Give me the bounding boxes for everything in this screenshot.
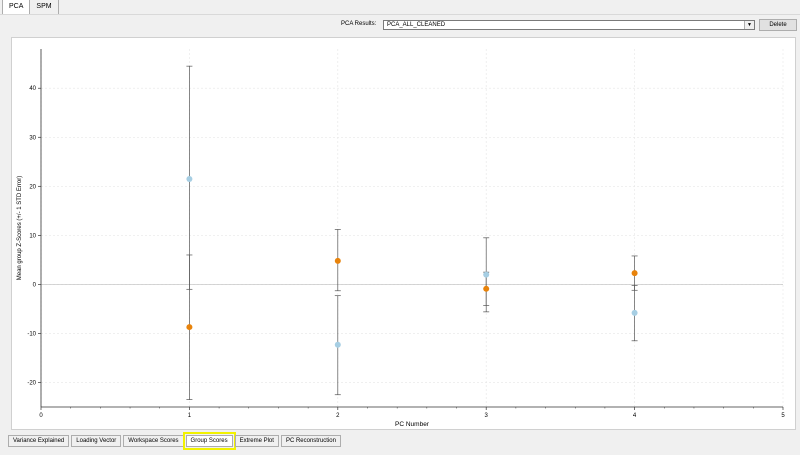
y-axis-label: Mean group Z-Scores (+/- 1 STD Error)	[17, 176, 23, 281]
pca-results-value: PCA_ALL_CLEANED	[387, 22, 446, 28]
tab-group-scores[interactable]: Group Scores	[182, 432, 236, 450]
divider	[0, 14, 800, 15]
top-tab-bar: PCA SPM	[2, 0, 59, 15]
data-point	[631, 270, 638, 277]
y-tick-label: 30	[29, 135, 36, 141]
x-tick-label: 1	[188, 413, 192, 419]
data-point	[334, 341, 341, 348]
tab-loading-vector[interactable]: Loading Vector	[71, 435, 122, 447]
data-point	[631, 309, 638, 316]
x-tick-label: 5	[781, 413, 785, 419]
tab-variance-explained[interactable]: Variance Explained	[8, 435, 70, 447]
chevron-down-icon[interactable]: ▼	[744, 21, 754, 29]
tab-extreme-plot[interactable]: Extreme Plot	[234, 435, 279, 447]
y-tick-label: -10	[27, 331, 36, 337]
y-tick-label: -20	[27, 380, 36, 386]
data-point	[186, 324, 193, 331]
pca-results-label: PCA Results:	[341, 21, 377, 27]
y-tick-label: 0	[33, 282, 37, 288]
data-point	[334, 257, 341, 264]
pca-results-select[interactable]: PCA_ALL_CLEANED ▼	[383, 20, 755, 30]
data-point	[483, 285, 490, 292]
y-tick-label: 10	[29, 233, 36, 239]
x-tick-label: 4	[633, 413, 637, 419]
data-point	[186, 175, 193, 182]
group-scores-chart: 0 1 2 3 4 5 -20 -10 0 10 20 30 40 PC Number Mean group…	[17, 49, 785, 428]
y-tick-label: 40	[29, 86, 36, 92]
x-axis-label: PC Number	[395, 421, 430, 428]
tab-pc-reconstruction[interactable]: PC Reconstruction	[280, 435, 341, 447]
data-point	[483, 271, 490, 278]
x-tick-label: 2	[336, 413, 340, 419]
y-tick-label: 20	[29, 184, 36, 190]
delete-button[interactable]: Delete	[759, 19, 797, 31]
bottom-tab-bar: Variance Explained Loading Vector Worksp…	[8, 432, 343, 450]
tab-pca[interactable]: PCA	[2, 0, 31, 15]
x-tick-label: 0	[39, 413, 43, 419]
tab-workspace-scores[interactable]: Workspace Scores	[123, 435, 184, 447]
tab-spm[interactable]: SPM	[29, 0, 59, 15]
x-tick-label: 3	[485, 413, 489, 419]
